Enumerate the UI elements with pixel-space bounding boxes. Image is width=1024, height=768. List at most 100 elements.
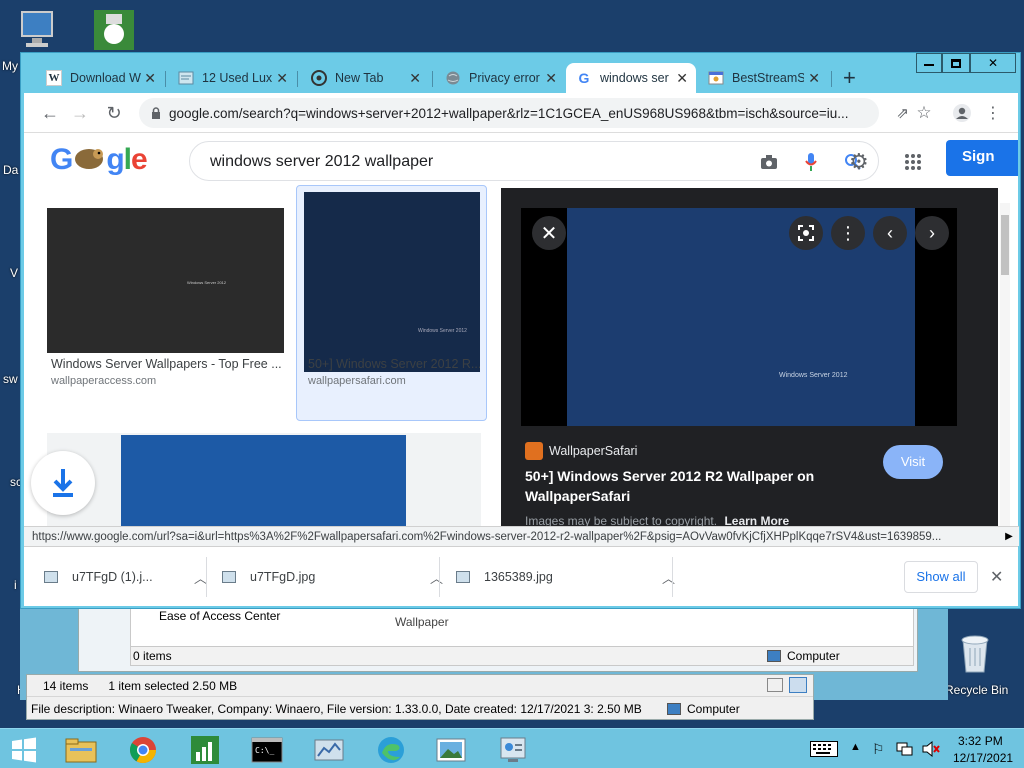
search-input[interactable]: windows server 2012 wallpaper: [210, 153, 433, 171]
download-item-1[interactable]: u7TFgD (1).j... ︿: [44, 547, 207, 607]
lock-icon[interactable]: [151, 107, 161, 119]
large-icons-view-icon[interactable]: [789, 677, 807, 693]
close-window-button[interactable]: ✕: [970, 53, 1016, 73]
wallpaper-label[interactable]: Wallpaper: [395, 615, 449, 629]
tab-close-icon[interactable]: ✕: [676, 70, 688, 87]
tab-beststream[interactable]: BestStreamS ✕: [698, 63, 828, 93]
site-name[interactable]: WallpaperSafari: [549, 444, 637, 458]
chevron-up-icon[interactable]: ︿: [662, 568, 675, 587]
download-name[interactable]: u7TFgD.jpg: [250, 570, 315, 584]
result-source-1[interactable]: wallpaperaccess.com: [51, 375, 156, 387]
control-panel-taskbar-icon[interactable]: [490, 733, 536, 767]
close-downloads-icon[interactable]: ✕: [990, 567, 1003, 587]
tab-close-icon[interactable]: ✕: [144, 70, 156, 87]
maximize-button[interactable]: [942, 53, 970, 73]
bookmark-star-icon[interactable]: ☆: [912, 101, 936, 125]
image-file-icon: [222, 571, 236, 583]
settings-gear-icon[interactable]: ⚙: [849, 151, 869, 173]
performance-taskbar-icon[interactable]: [306, 733, 352, 767]
file-description: File description: Winaero Tweaker, Compa…: [31, 702, 642, 716]
result-source-2[interactable]: wallpapersafari.com: [308, 375, 406, 387]
more-options-icon[interactable]: ⋮: [831, 216, 865, 250]
back-arrow-icon[interactable]: ←: [38, 101, 62, 125]
tab-separator: [432, 71, 433, 87]
keyboard-icon[interactable]: [810, 741, 838, 757]
tab-title: Privacy error: [469, 71, 540, 85]
details-view-icon[interactable]: [767, 678, 783, 692]
google-images-page: Ggle windows server 2012 wallpaper ⚙ Sig…: [24, 133, 1018, 533]
google-g-icon: G: [578, 70, 590, 86]
clock-time[interactable]: 3:32 PM: [958, 734, 1003, 748]
clock-date[interactable]: 12/17/2021: [953, 751, 1013, 765]
explorer-content-pane: Ease of Access Center Wallpaper: [130, 604, 914, 648]
google-logo[interactable]: Ggle: [50, 143, 148, 177]
previous-chevron-icon[interactable]: ‹: [873, 216, 907, 250]
desktop-computer-icon[interactable]: [18, 8, 62, 52]
wikipedia-w-icon: W: [46, 70, 62, 86]
address-bar[interactable]: google.com/search?q=windows+server+2012+…: [139, 98, 909, 128]
address-text[interactable]: google.com/search?q=windows+server+2012+…: [169, 106, 869, 121]
camera-icon[interactable]: [760, 154, 778, 173]
tab-title: Download W: [70, 71, 141, 85]
show-all-button[interactable]: Show all: [904, 561, 978, 593]
edge-taskbar-icon[interactable]: [368, 733, 414, 767]
image-text: Windows Server 2012: [418, 328, 467, 334]
download-fab[interactable]: [31, 451, 95, 515]
result-image-2[interactable]: Windows Server 2012: [304, 192, 480, 372]
recycle-bin-icon[interactable]: [955, 630, 999, 674]
tab-new-tab[interactable]: New Tab ✕: [301, 63, 429, 93]
result-image-1[interactable]: Windows Server 2012: [47, 208, 284, 353]
tab-privacy-error[interactable]: Privacy error ✕: [435, 63, 565, 93]
tab-close-icon[interactable]: ✕: [276, 70, 288, 87]
tab-12-used[interactable]: 12 Used Lux ✕: [168, 63, 296, 93]
svg-text:C:\_: C:\_: [255, 746, 274, 755]
microphone-icon[interactable]: [804, 152, 818, 175]
profile-avatar-icon[interactable]: [950, 101, 974, 125]
page-scrollbar[interactable]: [1000, 203, 1010, 533]
photos-taskbar-icon[interactable]: [428, 733, 474, 767]
status-scroll-right-arrow[interactable]: ▶: [999, 526, 1019, 546]
command-prompt-taskbar-icon[interactable]: C:\_: [244, 733, 290, 767]
lens-icon[interactable]: [789, 216, 823, 250]
next-chevron-icon[interactable]: ›: [915, 216, 949, 250]
tab-windows-server[interactable]: G windows ser ✕: [566, 63, 696, 93]
download-name[interactable]: 1365389.jpg: [484, 570, 553, 584]
preview-title[interactable]: 50+] Windows Server 2012 R2 Wallpaper on…: [525, 466, 845, 506]
ease-of-access-label[interactable]: Ease of Access Center: [159, 609, 280, 623]
image-file-icon: [456, 571, 470, 583]
tab-close-icon[interactable]: ✕: [545, 70, 557, 87]
close-preview-icon[interactable]: ✕: [532, 216, 566, 250]
tab-close-icon[interactable]: ✕: [808, 70, 820, 87]
share-icon[interactable]: ⇗: [896, 104, 909, 122]
show-hidden-icons-chevron[interactable]: ▲: [850, 741, 861, 753]
result-title-2[interactable]: 50+] Windows Server 2012 R...: [308, 357, 480, 371]
new-tab-button[interactable]: +: [843, 65, 856, 91]
chrome-taskbar-icon[interactable]: [120, 733, 166, 767]
result-image-3[interactable]: [121, 435, 406, 533]
tab-strip: ✕ W Download W ✕ 12 Used Lux ✕ New Tab ✕…: [21, 53, 1020, 93]
apps-grid-icon[interactable]: [904, 153, 922, 174]
task-manager-taskbar-icon[interactable]: [182, 733, 228, 767]
desktop-label-da: Da: [3, 163, 19, 177]
tab-download[interactable]: W Download W ✕: [36, 63, 164, 93]
reload-icon[interactable]: ↻: [102, 101, 126, 125]
search-box[interactable]: windows server 2012 wallpaper: [189, 141, 879, 181]
network-icon[interactable]: [896, 741, 914, 760]
download-item-3[interactable]: 1365389.jpg ︿: [456, 547, 675, 607]
tab-close-icon[interactable]: ✕: [409, 70, 421, 87]
download-item-2[interactable]: u7TFgD.jpg ︿: [222, 547, 443, 607]
file-explorer-taskbar-icon[interactable]: [58, 733, 104, 767]
volume-muted-icon[interactable]: [922, 740, 940, 760]
flag-icon[interactable]: ⚐: [872, 741, 885, 758]
forward-arrow-icon[interactable]: →: [68, 101, 92, 125]
minimize-button[interactable]: [916, 53, 942, 73]
result-title-1[interactable]: Windows Server Wallpapers - Top Free ...: [51, 357, 283, 371]
computer-icon-2: [667, 703, 681, 715]
visit-button[interactable]: Visit: [883, 445, 943, 479]
start-button[interactable]: [0, 733, 48, 767]
sign-in-button[interactable]: Sign: [946, 140, 1018, 176]
download-name[interactable]: u7TFgD (1).j...: [72, 570, 153, 584]
chevron-up-icon[interactable]: ︿: [430, 568, 443, 587]
menu-kebab-icon[interactable]: ⋮: [981, 101, 1005, 125]
desktop-app-icon[interactable]: [92, 8, 136, 52]
